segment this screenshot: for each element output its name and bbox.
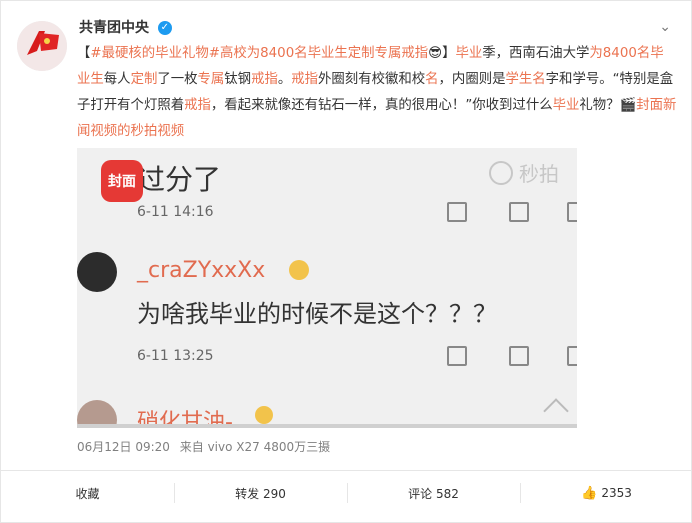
chevron-down-icon[interactable]: ⌄ (659, 19, 671, 35)
post-meta: 06月12日 09:20 来自 vivo X27 4800万三摄 (77, 438, 330, 455)
favorite-button[interactable]: 收藏 (1, 471, 174, 515)
like-count: 2353 (601, 486, 632, 500)
cover-news-badge-label: 封面 (108, 174, 136, 190)
post-text-segment: 钛钢 (224, 72, 252, 87)
comment-label: 评论 582 (408, 486, 459, 501)
post-text-segment: 了一枚 (157, 72, 198, 87)
comment-icon (509, 202, 529, 222)
video-thumbnail[interactable]: 过分了 封面 秒拍 6-11 14:16 _craZYxxXx 为啥我毕业的时候… (77, 148, 577, 428)
post-text-segment: 【 (77, 46, 91, 61)
hashtag-link[interactable]: #最硬核的毕业礼物# (90, 46, 220, 61)
partial-icon (567, 202, 577, 222)
post-text-segment: 季，西南石油大学 (482, 46, 590, 61)
video-frame: 过分了 封面 秒拍 6-11 14:16 _craZYxxXx 为啥我毕业的时候… (77, 148, 577, 428)
repost-button[interactable]: 转发 290 (174, 471, 347, 515)
post-text-segment: ，看起来就像还有钻石一样，真的很用心！”你收到过什么 (210, 98, 553, 113)
post-text-segment: 戒指 (291, 72, 319, 87)
post-text-segment: 😎】 (428, 46, 456, 61)
post-text-segment: 定制 (130, 72, 158, 87)
emoji-icon (289, 260, 309, 280)
comment-icon-2 (509, 346, 529, 366)
like-button[interactable]: 👍 2353 (520, 471, 692, 515)
video-progress-track (77, 424, 577, 428)
post-text-segment: 戒指 (251, 72, 278, 87)
author-avatar[interactable] (17, 21, 67, 71)
share-icon (447, 202, 467, 222)
send-icon (543, 398, 569, 424)
post-text-segment: 专属 (197, 72, 225, 87)
post-text: 【#最硬核的毕业礼物#高校为8400名毕业生定制专属戒指😎】毕业季，西南石油大学… (77, 41, 677, 145)
post-text-segment: ，内圈则是 (438, 72, 506, 87)
post-text-segment: 学生名 (505, 72, 546, 87)
post-source[interactable]: 来自 vivo X27 4800万三摄 (180, 440, 330, 454)
cover-news-badge: 封面 (101, 160, 143, 202)
commenter-name-2: _craZYxxXx (137, 258, 266, 283)
repost-label: 转发 290 (235, 486, 286, 501)
post-text-segment: 毕业 (552, 98, 580, 113)
post-text-segment: 外圈刻有校徽和校 (318, 72, 426, 87)
action-bar: 收藏 转发 290 评论 582 👍 2353 (1, 470, 692, 515)
post-text-segment: 每人 (103, 72, 131, 87)
author-name-text[interactable]: 共青团中央 (79, 20, 149, 36)
verified-badge-icon: ✓ (157, 21, 172, 35)
video-line-1: 过分了 (137, 163, 222, 196)
favorite-label: 收藏 (75, 486, 100, 501)
post-text-segment: 礼物？ (579, 98, 620, 113)
post-text-segment: 毕业 (455, 46, 483, 61)
comment-2-text: 为啥我毕业的时候不是这个？？？ (137, 300, 497, 328)
watermark-text: 秒拍 (519, 162, 559, 186)
post-timestamp[interactable]: 06月12日 09:20 (77, 440, 170, 454)
comment-button[interactable]: 评论 582 (347, 471, 520, 515)
video-watermark: 秒拍 (489, 158, 559, 187)
post-text-segment: 名 (425, 72, 439, 87)
post-text-segment: 戒指 (184, 98, 211, 113)
weibo-post-card: 共青团中央 ✓ ⌄ 【#最硬核的毕业礼物#高校为8400名毕业生定制专属戒指😎】… (0, 0, 692, 523)
author-name[interactable]: 共青团中央 ✓ (79, 19, 172, 37)
emoji-icon-3 (255, 406, 273, 424)
post-text-segment: 高校为8400名毕业生定制专属戒指 (219, 46, 429, 61)
partial-icon-2 (567, 346, 577, 366)
miaopai-logo-icon (489, 160, 513, 185)
commenter-avatar (77, 252, 117, 292)
video-time-1: 6-11 14:16 (137, 204, 214, 220)
share-icon-2 (447, 346, 467, 366)
post-text-segment: 。 (277, 72, 292, 87)
thumbs-up-icon: 👍 (581, 485, 598, 501)
video-time-2: 6-11 13:25 (137, 348, 214, 364)
